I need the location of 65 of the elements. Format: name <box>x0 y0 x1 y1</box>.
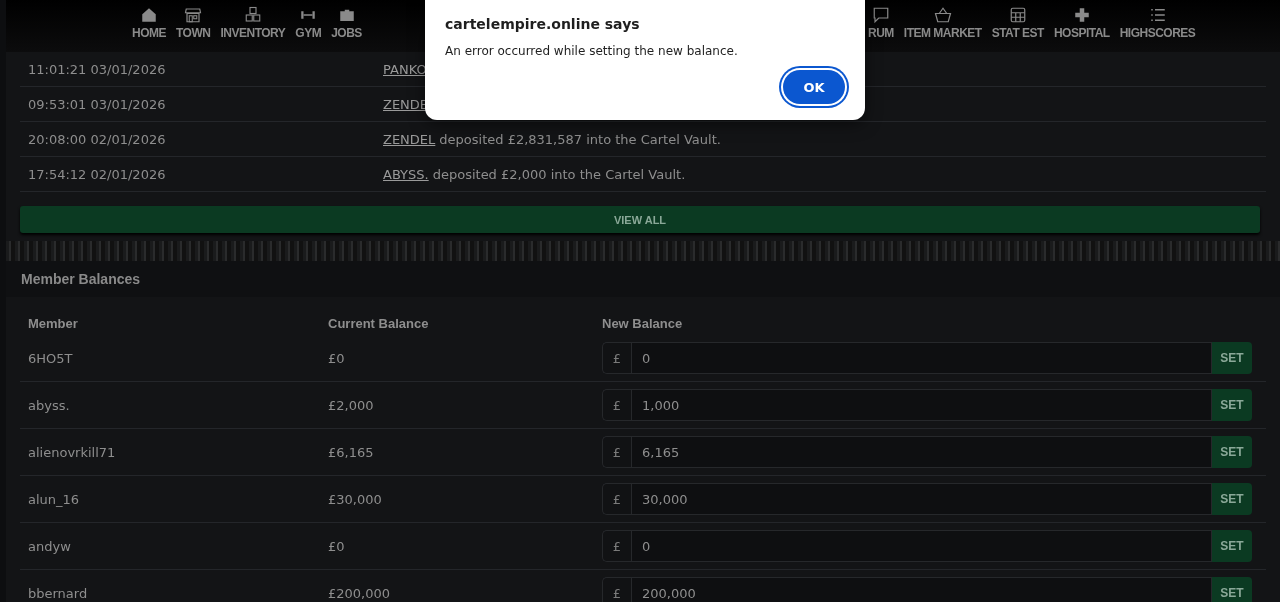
nav-item[interactable]: HOME <box>128 0 170 52</box>
grid-icon <box>1008 6 1027 24</box>
member-name: bbernard <box>27 585 89 601</box>
set-button[interactable]: SET <box>1212 389 1252 421</box>
current-balance: £200,000 <box>328 585 392 601</box>
nav-item[interactable]: HOSPITAL <box>1049 0 1114 52</box>
set-button[interactable]: SET <box>1212 530 1252 562</box>
nav-item[interactable]: STAT EST <box>987 0 1048 52</box>
set-button[interactable]: SET <box>1212 436 1252 468</box>
currency-symbol: £ <box>602 577 631 602</box>
current-balance: £2,000 <box>328 397 375 413</box>
member-name: andyw <box>27 538 72 554</box>
nav-item[interactable]: HIGHSCORES <box>1115 0 1200 52</box>
log-time: 11:01:21 03/01/2026 <box>27 61 167 77</box>
set-button[interactable]: SET <box>1212 483 1252 515</box>
member-link[interactable]: PANKO <box>383 61 427 77</box>
balance-input[interactable]: 1,000 <box>631 389 1212 421</box>
dialog-title: cartelempire.online says <box>445 16 641 32</box>
member-name: 6HO5T <box>27 350 74 366</box>
nav-item[interactable]: JOBS <box>327 0 366 52</box>
currency-symbol: £ <box>602 530 631 562</box>
nav-item[interactable]: INVENTORY <box>216 0 290 52</box>
log-time: 20:08:00 02/01/2026 <box>27 131 167 147</box>
nav-item[interactable]: RUM <box>865 0 898 52</box>
member-link[interactable]: ZENDEL <box>383 131 436 147</box>
current-balance: £6,165 <box>328 444 375 460</box>
dialog-message: An error occurred while setting the new balance. <box>445 44 739 58</box>
member-name: alun_16 <box>27 491 81 507</box>
member-name: abyss. <box>27 397 71 413</box>
list-icon <box>1148 6 1167 24</box>
member-link[interactable]: ABYSS. <box>383 166 429 182</box>
section-title: Member Balances <box>21 271 141 287</box>
currency-symbol: £ <box>602 389 631 421</box>
balance-input[interactable]: 6,165 <box>631 436 1212 468</box>
nav-item[interactable]: ITEM MARKET <box>899 0 986 52</box>
log-time: 09:53:01 03/01/2026 <box>27 96 167 112</box>
nav-item[interactable]: GYM <box>291 0 326 52</box>
balance-input[interactable]: 0 <box>631 530 1212 562</box>
log-event: deposited £2,831,587 into the Cartel Vault. <box>439 131 721 147</box>
current-balance: £0 <box>328 350 346 366</box>
set-button[interactable]: SET <box>1212 577 1252 602</box>
balance-input[interactable]: 200,000 <box>631 577 1212 602</box>
column-header: Member <box>27 316 79 331</box>
column-header: Current Balance <box>328 316 430 331</box>
shop-icon <box>184 6 203 24</box>
member-name: alienovrkill71 <box>27 444 117 460</box>
currency-symbol: £ <box>602 342 631 374</box>
current-balance: £0 <box>328 538 346 554</box>
currency-symbol: £ <box>602 436 631 468</box>
member-link[interactable]: ZENDE <box>383 96 429 112</box>
basket-icon <box>933 6 952 24</box>
nav-item[interactable]: TOWN <box>172 0 215 52</box>
log-event: deposited £2,000 into the Cartel Vault. <box>432 166 686 182</box>
set-button[interactable]: SET <box>1212 342 1252 374</box>
plus-icon <box>1072 6 1091 24</box>
cubes-icon <box>243 6 262 24</box>
chat-icon <box>871 6 890 24</box>
view-all-button[interactable]: VIEW ALL <box>20 206 1260 233</box>
currency-symbol: £ <box>602 483 631 515</box>
home-icon <box>140 6 158 24</box>
current-balance: £30,000 <box>328 491 383 507</box>
column-header: New Balance <box>602 316 683 331</box>
balance-input[interactable]: 0 <box>631 342 1212 374</box>
balance-input[interactable]: 30,000 <box>631 483 1212 515</box>
log-time: 17:54:12 02/01/2026 <box>27 166 167 182</box>
